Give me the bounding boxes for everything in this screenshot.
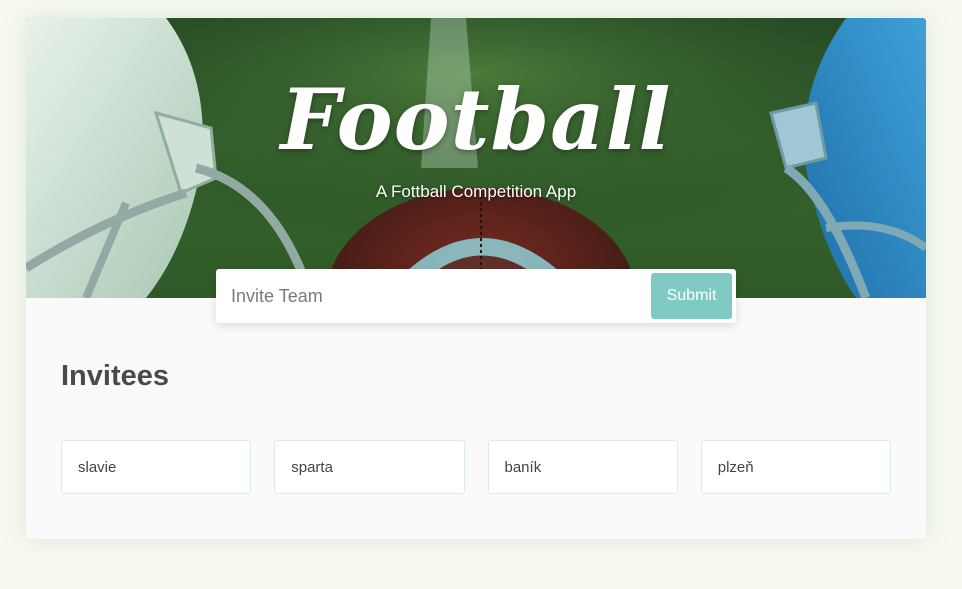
invite-team-input[interactable] [216, 269, 651, 323]
app-card: Football A Fottball Competition App Subm… [26, 18, 926, 539]
invitee-name: sparta [291, 458, 333, 476]
invitee-card: sparta [274, 440, 465, 494]
app-subtitle: A Fottball Competition App [375, 182, 577, 201]
invitee-name: baník [504, 458, 542, 476]
invitees-list: slavie sparta baník plzeň [61, 440, 891, 494]
invitees-heading: Invitees [61, 360, 169, 392]
invite-team-form: Submit [216, 269, 736, 323]
invitee-name: slavie [78, 458, 117, 476]
invitee-name: plzeň [717, 458, 754, 476]
invitee-card: baník [487, 440, 678, 494]
invitee-card: plzeň [700, 440, 891, 494]
hero-banner: Football A Fottball Competition App [26, 18, 926, 298]
app-title: Football [280, 70, 672, 169]
invitee-card: slavie [61, 440, 252, 494]
submit-button[interactable]: Submit [651, 273, 732, 319]
